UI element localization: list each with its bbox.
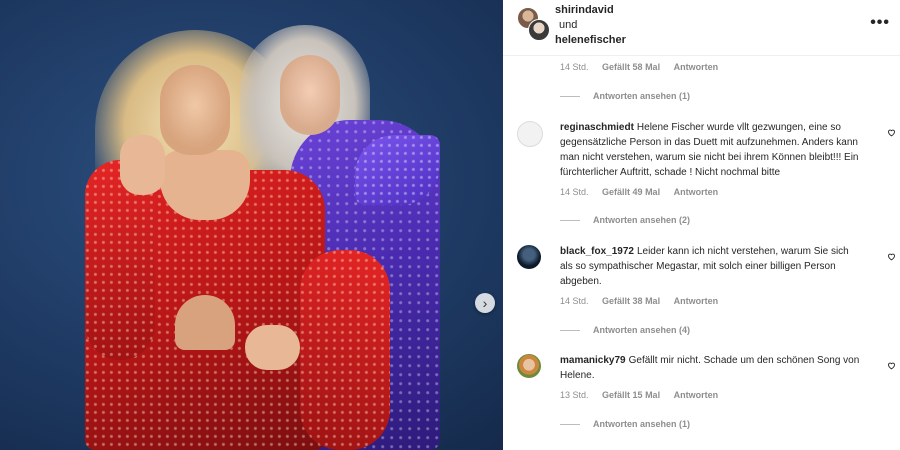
- avatar[interactable]: [517, 354, 541, 378]
- comment-time: 14 Std.: [560, 62, 589, 72]
- reply-button[interactable]: Antworten: [674, 62, 719, 72]
- comment-text: reginaschmiedt Helene Fischer wurde vllt …: [560, 120, 860, 180]
- more-options-icon[interactable]: •••: [870, 14, 890, 32]
- chevron-right-icon[interactable]: ›: [475, 293, 495, 313]
- post-viewer: › shirindavid und helenefischer ••• 14 S…: [0, 0, 900, 450]
- view-replies-button[interactable]: Antworten ansehen (2): [560, 215, 690, 225]
- post-image[interactable]: ›: [0, 0, 503, 450]
- view-replies-label: Antworten ansehen (1): [593, 419, 691, 429]
- divider: [560, 424, 580, 426]
- comment-meta: 14 Std. Gefällt 49 Mal Antworten: [560, 187, 729, 197]
- like-count[interactable]: Gefällt 49 Mal: [602, 187, 660, 197]
- comment-username[interactable]: reginaschmiedt: [560, 122, 634, 133]
- photo-detail: [175, 295, 235, 350]
- comment-username[interactable]: black_fox_1972: [560, 246, 634, 257]
- comment-meta: 13 Std. Gefällt 15 Mal Antworten: [560, 390, 729, 400]
- avatar: [528, 19, 550, 41]
- view-replies-button[interactable]: Antworten ansehen (1): [560, 419, 690, 429]
- author-connector: und: [559, 19, 578, 31]
- author-username[interactable]: helenefischer: [555, 33, 626, 48]
- avatar[interactable]: [517, 245, 541, 269]
- comment-username[interactable]: mamanicky79: [560, 355, 626, 366]
- avatar[interactable]: [517, 121, 543, 147]
- reply-button[interactable]: Antworten: [674, 296, 719, 306]
- divider: [560, 330, 580, 332]
- post-header: shirindavid und helenefischer •••: [503, 0, 900, 56]
- comments-panel: shirindavid und helenefischer ••• 14 Std…: [503, 0, 900, 450]
- comment-meta: 14 Std. Gefällt 38 Mal Antworten: [560, 296, 729, 306]
- post-authors: shirindavid und helenefischer: [555, 3, 626, 48]
- comment-meta: 14 Std. Gefällt 58 Mal Antworten: [560, 62, 729, 72]
- view-replies-label: Antworten ansehen (2): [593, 215, 691, 225]
- reply-button[interactable]: Antworten: [674, 390, 719, 400]
- like-count[interactable]: Gefällt 38 Mal: [602, 296, 660, 306]
- photo-detail: [120, 135, 165, 195]
- comment-time: 14 Std.: [560, 296, 589, 306]
- photo-detail: [245, 325, 300, 370]
- author-username[interactable]: shirindavid: [555, 3, 626, 18]
- avatar[interactable]: [517, 7, 550, 41]
- heart-icon[interactable]: [887, 361, 896, 370]
- heart-icon[interactable]: [887, 128, 896, 137]
- photo-detail: [300, 250, 390, 450]
- divider: [560, 96, 580, 98]
- view-replies-label: Antworten ansehen (1): [593, 91, 691, 101]
- like-count[interactable]: Gefällt 15 Mal: [602, 390, 660, 400]
- heart-icon[interactable]: [887, 252, 896, 261]
- comment-time: 14 Std.: [560, 187, 589, 197]
- view-replies-button[interactable]: Antworten ansehen (4): [560, 325, 690, 335]
- photo-detail: [160, 65, 230, 155]
- reply-button[interactable]: Antworten: [674, 187, 719, 197]
- photo-detail: [280, 55, 340, 135]
- divider: [560, 220, 580, 222]
- comment-time: 13 Std.: [560, 390, 589, 400]
- like-count[interactable]: Gefällt 58 Mal: [602, 62, 660, 72]
- view-replies-button[interactable]: Antworten ansehen (1): [560, 91, 690, 101]
- photo-detail: [160, 150, 250, 220]
- comment-text: black_fox_1972 Leider kann ich nicht vers…: [560, 244, 860, 289]
- view-replies-label: Antworten ansehen (4): [593, 325, 691, 335]
- comment-text: mamanicky79 Gefällt mir nicht. Schade um …: [560, 353, 860, 383]
